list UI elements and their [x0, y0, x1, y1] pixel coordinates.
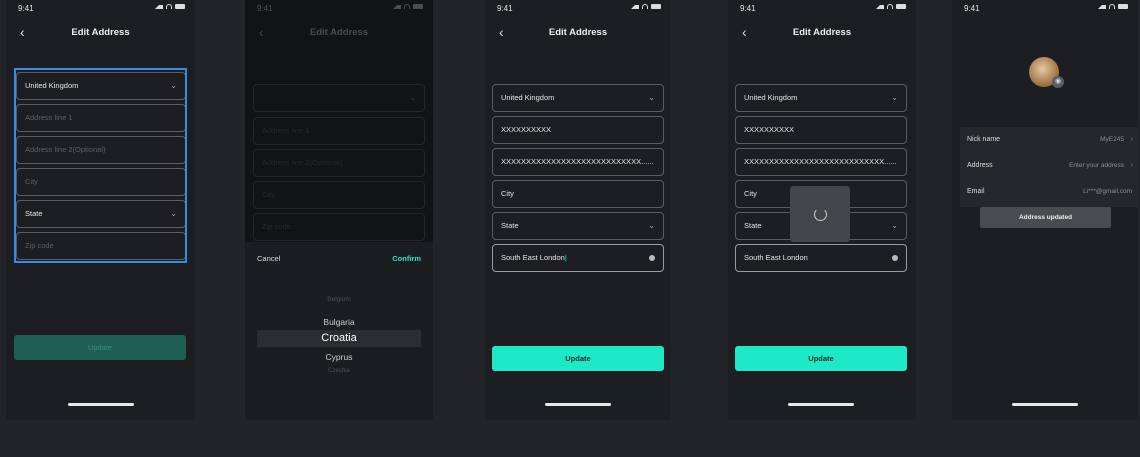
page-title: Edit Address: [548, 27, 608, 38]
toast-message: Address updated: [980, 207, 1111, 228]
text-cursor: |: [564, 253, 567, 262]
status-time: 9:41: [740, 4, 756, 13]
nav-bar: ‹ Edit Address: [485, 20, 671, 46]
status-bar: 9:41: [952, 0, 1138, 18]
screen-edit-address-empty: 9:41 ‹ Edit Address United Kingdom ⌄ Add…: [6, 0, 195, 420]
state-select[interactable]: State ⌄: [492, 212, 664, 240]
zip-input[interactable]: South East London|: [492, 244, 664, 272]
camera-icon[interactable]: ◉: [1052, 76, 1064, 88]
home-indicator: [545, 403, 611, 406]
battery-icon: [651, 4, 661, 9]
screen-country-picker: 9:41 ‹ Edit Address ⌄ Address line 1 Add…: [245, 0, 433, 420]
loading-overlay: [790, 186, 850, 242]
confirm-button[interactable]: Confirm: [392, 254, 421, 263]
spinner-icon: [814, 208, 827, 221]
chevron-right-icon: ›: [1130, 136, 1133, 143]
update-button[interactable]: Update: [735, 346, 907, 371]
profile-row-nickname[interactable]: Nick name MyE245 ›: [960, 127, 1138, 153]
state-value: State: [744, 221, 762, 230]
country-value: United Kingdom: [501, 93, 555, 102]
signal-icon: [155, 4, 163, 9]
profile-row-address[interactable]: Address Enter your address ›: [960, 153, 1138, 179]
update-button[interactable]: Update: [492, 346, 664, 371]
screen-edit-address-loading: 9:41 ‹ Edit Address United Kingdom ⌄ XXX…: [728, 0, 916, 420]
profile-row-email[interactable]: Email Li***@gmail.com: [960, 179, 1138, 205]
selection-highlight: [14, 68, 187, 263]
chevron-down-icon: ⌄: [891, 93, 898, 102]
page-title: Edit Address: [792, 27, 852, 38]
picker-sheet: Cancel Confirm Belgium Bulgaria Croatia …: [245, 242, 433, 420]
address-line2-input[interactable]: XXXXXXXXXXXXXXXXXXXXXXXXXXXX......: [735, 148, 907, 176]
state-value: State: [501, 221, 519, 230]
dim-overlay: [245, 0, 433, 242]
country-select[interactable]: United Kingdom ⌄: [492, 84, 664, 112]
wifi-icon: [1109, 4, 1115, 9]
clear-icon[interactable]: [892, 255, 898, 261]
update-button[interactable]: Update: [14, 335, 186, 360]
wifi-icon: [642, 4, 648, 9]
battery-icon: [1118, 4, 1128, 9]
zip-input[interactable]: South East London: [735, 244, 907, 272]
chevron-right-icon: ›: [1130, 162, 1133, 169]
nav-bar: ‹ Edit Address: [728, 20, 916, 46]
status-time: 9:41: [18, 4, 34, 13]
address-line1-input[interactable]: XXXXXXXXXX: [735, 116, 907, 144]
picker-item[interactable]: Cyprus: [245, 352, 433, 362]
signal-icon: [1098, 4, 1106, 9]
battery-icon: [896, 4, 906, 9]
chevron-down-icon: ⌄: [891, 221, 898, 230]
nav-bar: ‹ Edit Address: [6, 20, 195, 46]
wifi-icon: [887, 4, 893, 9]
chevron-down-icon: ⌄: [648, 93, 655, 102]
picker-item[interactable]: Czechia: [245, 368, 433, 374]
screen-edit-address-filled: 9:41 ‹ Edit Address United Kingdom ⌄ XXX…: [485, 0, 671, 420]
status-bar: 9:41: [6, 0, 195, 18]
picker-item[interactable]: Bulgaria: [245, 317, 433, 327]
wifi-icon: [166, 4, 172, 9]
cancel-button[interactable]: Cancel: [257, 254, 280, 263]
clear-icon[interactable]: [649, 255, 655, 261]
chevron-down-icon: ⌄: [648, 221, 655, 230]
status-bar: 9:41: [485, 0, 671, 18]
status-bar: 9:41: [728, 0, 916, 18]
city-input[interactable]: City: [492, 180, 664, 208]
profile-list: Nick name MyE245 › Address Enter your ad…: [960, 127, 1138, 207]
country-value: United Kingdom: [744, 93, 798, 102]
home-indicator: [1012, 403, 1078, 406]
status-time: 9:41: [964, 4, 980, 13]
home-indicator: [68, 403, 134, 406]
country-select[interactable]: United Kingdom ⌄: [735, 84, 907, 112]
address-line1-input[interactable]: XXXXXXXXXX: [492, 116, 664, 144]
address-line2-input[interactable]: XXXXXXXXXXXXXXXXXXXXXXXXXXXX......: [492, 148, 664, 176]
page-title: Edit Address: [71, 27, 130, 38]
signal-icon: [876, 4, 884, 9]
home-indicator: [788, 403, 854, 406]
screen-profile: 9:41 ◉ Nick name MyE245 › Address Enter …: [952, 0, 1138, 420]
picker-item[interactable]: Belgium: [245, 296, 433, 303]
battery-icon: [175, 4, 185, 9]
status-time: 9:41: [497, 4, 513, 13]
picker-item-selected[interactable]: Croatia: [245, 332, 433, 344]
signal-icon: [631, 4, 639, 9]
